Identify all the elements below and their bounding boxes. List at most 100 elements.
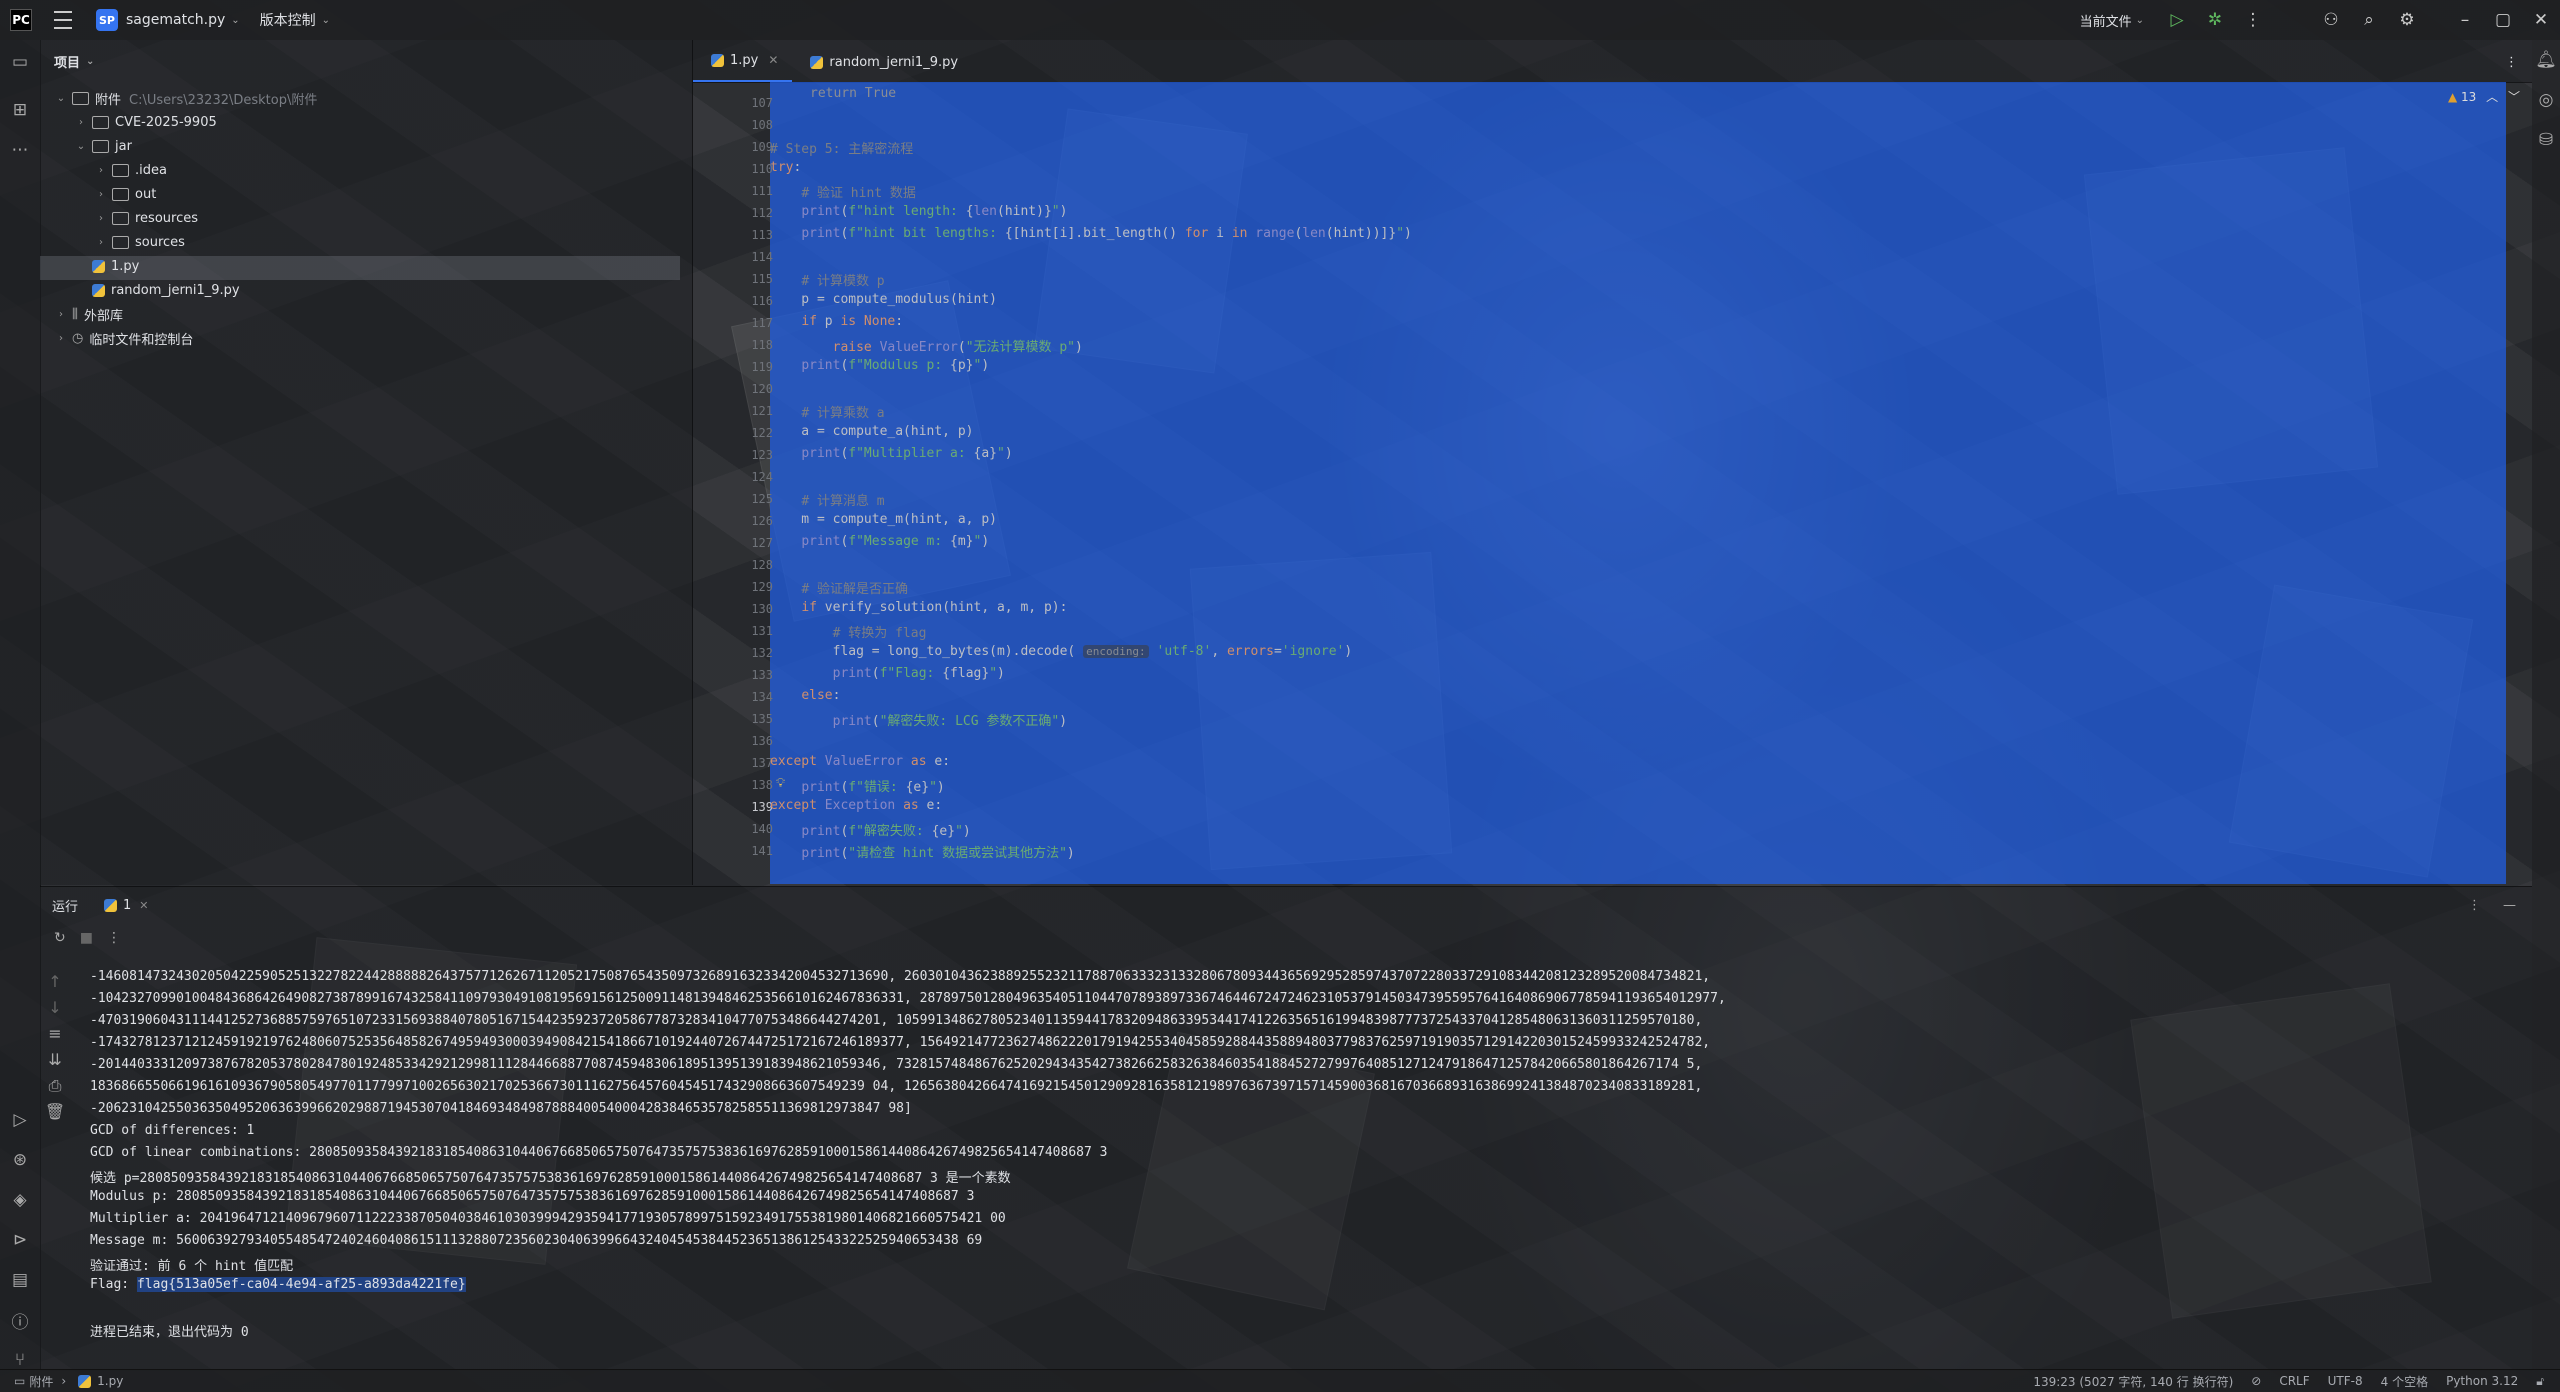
line-number: 139 xyxy=(751,800,773,814)
run-tab-label[interactable]: 1 xyxy=(123,898,131,913)
more-tabs-icon[interactable]: ⋮ xyxy=(2491,42,2532,82)
more-options-icon[interactable]: ⋮ xyxy=(107,930,121,946)
folder-icon xyxy=(112,211,129,225)
folder-icon xyxy=(112,187,129,201)
scroll-up-icon[interactable]: ↑ xyxy=(40,972,70,998)
project-folder-icon[interactable]: ▭ xyxy=(0,42,40,82)
tab-1py[interactable]: 1.py ✕ xyxy=(693,40,793,82)
ai-assistant-icon[interactable]: ◎ xyxy=(2532,80,2560,120)
file-encoding[interactable]: UTF-8 xyxy=(2328,1374,2363,1388)
line-number: 140 xyxy=(751,822,773,836)
vcs-menu[interactable]: 版本控制 ⌄ xyxy=(260,10,330,30)
tree-root[interactable]: ⌄ 附件 C:\Users\23232\Desktop\附件 xyxy=(54,86,317,110)
run-config-selector[interactable]: 当前文件 ⌄ xyxy=(2080,11,2144,30)
run-panel-header: 运行 1 ✕ ⋮ — xyxy=(40,887,2532,923)
trash-icon[interactable]: 🗑︎ xyxy=(40,1102,70,1128)
code-area[interactable]: return True # Step 5: 主解密流程 try: # 验证 hi… xyxy=(770,82,2532,885)
output-modulus: Modulus p: 28085093584392183185408631044… xyxy=(90,1189,975,1204)
tree-item-cve[interactable]: › CVE-2025-9905 xyxy=(74,110,217,134)
structure-icon[interactable]: ⊞ xyxy=(0,90,40,130)
line-number: 138 xyxy=(751,778,773,792)
line-number: 115 xyxy=(751,272,773,286)
project-panel-header[interactable]: 项目 ⌄ xyxy=(40,40,692,82)
soft-wrap-icon[interactable]: ≡ xyxy=(40,1024,70,1050)
project-panel: 项目 ⌄ ⌄ 附件 C:\Users\23232\Desktop\附件 › CV… xyxy=(40,40,693,885)
line-number: 109 xyxy=(751,140,773,154)
no-edit-icon[interactable]: ⊘ xyxy=(2251,1374,2261,1388)
project-panel-title: 项目 xyxy=(54,55,81,71)
project-selector[interactable]: sagematch.py ⌄ xyxy=(126,12,240,28)
line-number: 141 xyxy=(751,844,773,858)
interpreter[interactable]: Python 3.12 xyxy=(2446,1374,2518,1388)
code-line: print(f"hint bit lengths: {[hint[i].bit_… xyxy=(801,226,1412,241)
output-message: Message m: 56006392793405548547240246040… xyxy=(90,1233,983,1248)
tree-item-idea[interactable]: › .idea xyxy=(94,158,167,182)
tree-item-resources[interactable]: › resources xyxy=(94,206,198,230)
breadcrumb-root[interactable]: 附件 xyxy=(29,1373,53,1390)
close-icon[interactable]: ✕ xyxy=(2522,10,2560,30)
database-icon[interactable]: ⛁ xyxy=(2532,120,2560,160)
tree-item-sources[interactable]: › sources xyxy=(94,230,185,254)
chevron-right-icon: › xyxy=(59,332,63,344)
rerun-icon[interactable]: ↻ xyxy=(54,930,66,946)
code-line: flag = long_to_bytes(m).decode( encoding… xyxy=(770,644,1353,659)
scratch-icon: ◷ xyxy=(72,330,84,346)
maximize-icon[interactable]: ▢ xyxy=(2484,10,2522,30)
lock-icon[interactable]: 🔓︎ xyxy=(2536,1374,2544,1389)
minimize-icon[interactable]: – xyxy=(2446,10,2484,30)
search-icon[interactable]: ⌕ xyxy=(2350,10,2388,30)
close-tab-icon[interactable]: ✕ xyxy=(768,53,778,67)
run-icon[interactable]: ▷ xyxy=(2158,10,2196,30)
services-icon[interactable]: ⊳ xyxy=(0,1220,40,1260)
line-number: 118 xyxy=(751,338,773,352)
layers-icon[interactable]: ◈ xyxy=(0,1180,40,1220)
run-panel-icon[interactable]: ▷ xyxy=(0,1100,40,1140)
tree-root-path: C:\Users\23232\Desktop\附件 xyxy=(129,92,318,108)
output-line: -146081473243020504225905251322782244288… xyxy=(90,969,1711,984)
tree-item-out[interactable]: › out xyxy=(94,182,156,206)
debug-icon[interactable]: ✲ xyxy=(2196,10,2234,30)
settings-gear-icon[interactable]: ⚙ xyxy=(2388,10,2426,30)
tree-item-label: out xyxy=(135,186,157,202)
more-actions-icon[interactable]: ⋮ xyxy=(2234,10,2272,30)
tree-item-external-libs[interactable]: › ⫼ 外部库 xyxy=(54,302,123,326)
chevron-right-icon: › xyxy=(61,1374,67,1388)
flag-value[interactable]: flag{513a05ef-ca04-4e94-af25-a893da4221f… xyxy=(136,1277,466,1292)
output-flag-line[interactable]: Flag: flag{513a05ef-ca04-4e94-af25-a893d… xyxy=(90,1277,466,1292)
code-line: try: xyxy=(770,160,802,175)
scroll-down-icon[interactable]: ↓ xyxy=(40,998,70,1024)
line-separator[interactable]: CRLF xyxy=(2279,1374,2309,1388)
close-tab-icon[interactable]: ✕ xyxy=(139,899,148,912)
output-line: 1836866550661961610936790580549770117799… xyxy=(90,1079,1703,1094)
scroll-to-end-icon[interactable]: ⇊ xyxy=(40,1050,70,1076)
indent-setting[interactable]: 4 个空格 xyxy=(2381,1373,2428,1390)
terminal-icon[interactable]: ▤ xyxy=(0,1260,40,1300)
code-line: print(f"Flag: {flag}") xyxy=(832,666,1005,681)
cursor-position[interactable]: 139:23 (5027 字符, 140 行 换行符) xyxy=(2033,1373,2233,1390)
tab-random-jerni[interactable]: random_jerni1_9.py xyxy=(792,42,972,82)
tree-item-jar[interactable]: ⌄ jar xyxy=(74,134,132,158)
problems-icon[interactable]: ⓘ xyxy=(0,1300,40,1340)
output-line: -104232709901004843686426490827387899167… xyxy=(90,991,1726,1006)
python-packages-icon[interactable]: ⊛ xyxy=(0,1140,40,1180)
lightbulb-icon[interactable]: 💡︎ xyxy=(776,776,785,791)
tree-item-scratches[interactable]: › ◷ 临时文件和控制台 xyxy=(54,326,193,350)
stop-icon[interactable]: ■ xyxy=(80,930,93,946)
tree-item-random-jerni[interactable]: random_jerni1_9.py xyxy=(88,278,240,302)
app-logo-icon: PC xyxy=(10,9,32,31)
minimize-panel-icon[interactable]: — xyxy=(2503,898,2516,913)
tree-item-1py[interactable]: 1.py xyxy=(88,254,139,278)
more-tools-icon[interactable]: ⋯ xyxy=(0,130,40,170)
print-icon[interactable]: ⎙ xyxy=(40,1076,70,1102)
add-user-icon[interactable]: ⚇ xyxy=(2312,10,2350,30)
main-menu-icon[interactable] xyxy=(54,11,72,29)
code-line: print(f"hint length: {len(hint)}") xyxy=(801,204,1068,219)
more-options-icon[interactable]: ⋮ xyxy=(2468,898,2481,913)
code-line: print(f"解密失败: {e}") xyxy=(801,824,971,839)
breadcrumb-file[interactable]: 1.py xyxy=(97,1374,123,1388)
tree-item-label: .idea xyxy=(135,162,167,178)
folder-icon: ▭ xyxy=(14,1374,26,1388)
notifications-icon[interactable]: 🔔︎ xyxy=(2532,40,2560,80)
tree-item-label: 临时文件和控制台 xyxy=(89,332,194,348)
code-line: except ValueError as e: xyxy=(770,754,951,769)
